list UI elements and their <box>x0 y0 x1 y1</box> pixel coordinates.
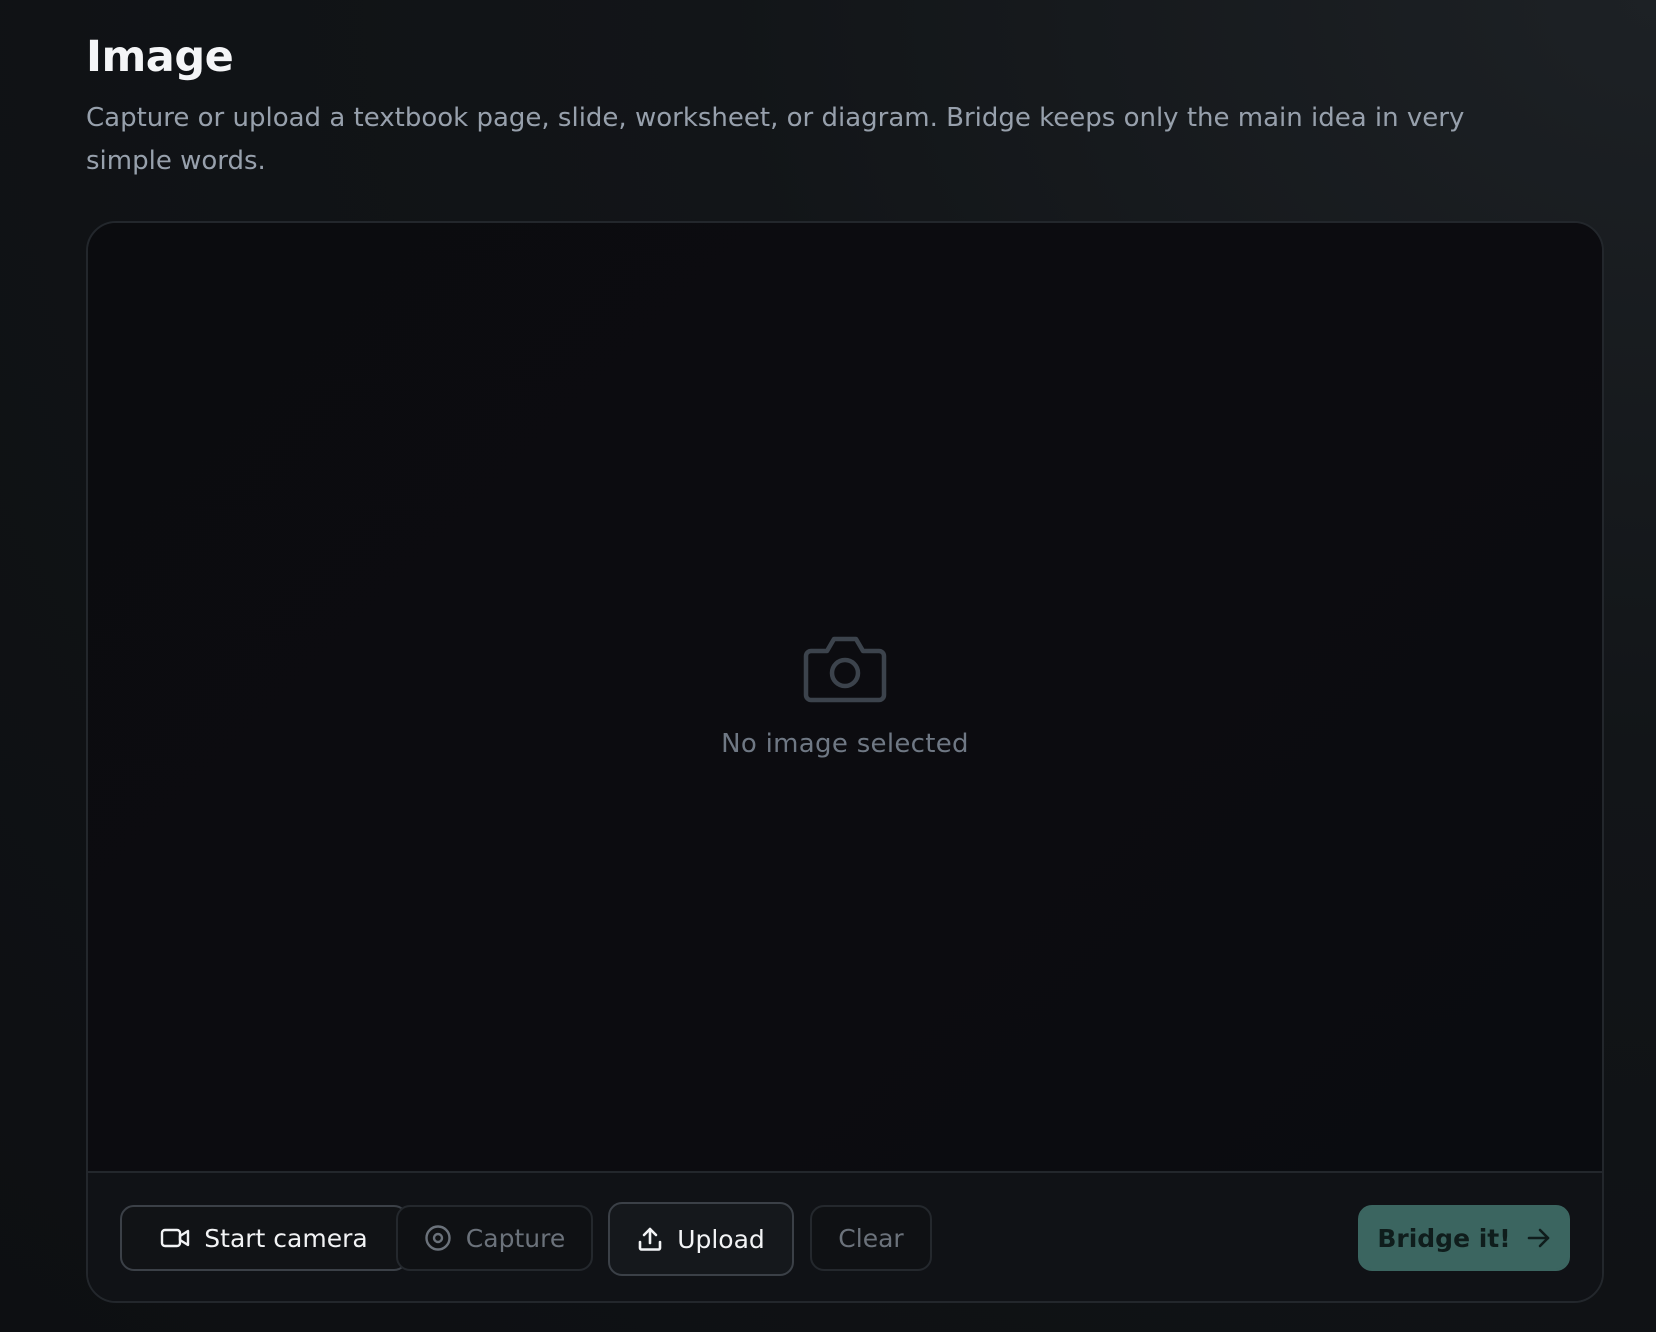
clear-label: Clear <box>838 1223 904 1253</box>
empty-state-text: No image selected <box>721 729 969 759</box>
bridge-it-button[interactable]: Bridge it! <box>1358 1205 1570 1271</box>
start-camera-label: Start camera <box>204 1223 368 1253</box>
image-card: No image selected Start camera Capture U… <box>86 221 1604 1303</box>
capture-label: Capture <box>465 1223 566 1253</box>
capture-button[interactable]: Capture <box>396 1205 593 1271</box>
image-toolbar: Start camera Capture Upload Clear Bridge… <box>88 1173 1602 1301</box>
section-title: Image <box>86 32 234 82</box>
clear-button[interactable]: Clear <box>810 1205 932 1271</box>
camera-icon <box>88 633 1602 703</box>
bridge-it-label: Bridge it! <box>1377 1223 1511 1253</box>
upload-button[interactable]: Upload <box>608 1202 794 1276</box>
arrow-right-icon <box>1527 1227 1551 1249</box>
shutter-icon <box>424 1224 452 1252</box>
empty-state: No image selected <box>88 633 1602 759</box>
upload-icon <box>637 1226 663 1252</box>
upload-label: Upload <box>677 1224 765 1254</box>
start-camera-button[interactable]: Start camera <box>120 1205 408 1271</box>
video-camera-icon <box>160 1227 190 1249</box>
image-preview-area: No image selected <box>88 223 1602 1173</box>
section-description: Capture or upload a textbook page, slide… <box>86 103 1465 176</box>
